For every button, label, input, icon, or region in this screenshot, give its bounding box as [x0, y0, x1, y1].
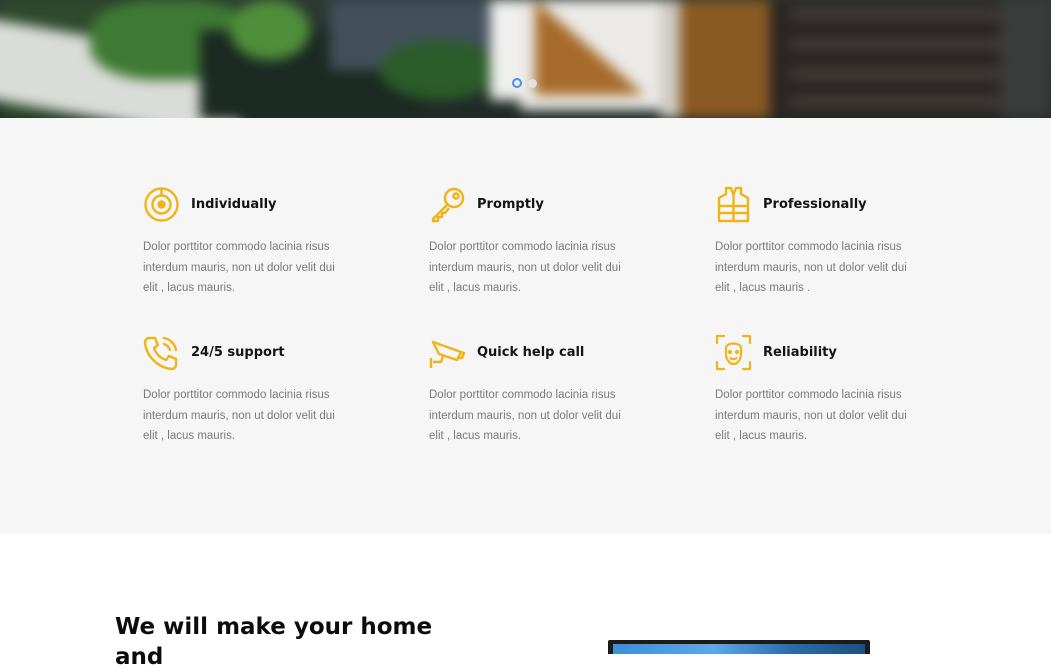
slider-dot-2[interactable] — [528, 78, 537, 88]
feature-description: Dolor porttitor commodo lacinia risus in… — [429, 241, 621, 294]
feature-description: Dolor porttitor commodo lacinia risus in… — [143, 389, 335, 442]
monitor-screen — [613, 644, 865, 654]
feature-title: Quick help call — [477, 345, 585, 360]
feature-title: Promptly — [477, 197, 544, 212]
vest-icon — [715, 186, 752, 223]
security-camera-icon — [429, 334, 466, 371]
feature-description: Dolor porttitor commodo lacinia risus in… — [143, 241, 335, 294]
feature-professionally: Professionally Dolor porttitor commodo l… — [715, 186, 925, 299]
feature-individually: Individually Dolor porttitor commodo lac… — [143, 186, 353, 299]
feature-support: 24/5 support Dolor porttitor commodo lac… — [143, 334, 353, 447]
features-section: Individually Dolor porttitor commodo lac… — [0, 118, 1051, 534]
about-section: We will make your home and — [0, 534, 1051, 670]
feature-title: Professionally — [763, 197, 867, 212]
slider-dot-1[interactable] — [512, 78, 522, 88]
feature-title: Individually — [191, 197, 277, 212]
monitor-image — [608, 640, 870, 654]
phone-icon — [143, 334, 180, 371]
feature-description: Dolor porttitor commodo lacinia risus in… — [715, 389, 907, 442]
feature-description: Dolor porttitor commodo lacinia risus in… — [429, 389, 621, 442]
feature-title: Reliability — [763, 345, 837, 360]
key-icon — [429, 186, 466, 223]
section-heading: We will make your home and — [115, 614, 433, 670]
feature-reliability: Reliability Dolor porttitor commodo laci… — [715, 334, 925, 447]
target-icon — [143, 186, 180, 223]
face-scan-icon — [715, 334, 752, 371]
hero-background-image — [0, 0, 1051, 118]
feature-title: 24/5 support — [191, 345, 285, 360]
slider-pagination — [512, 78, 537, 88]
feature-quick-help: Quick help call Dolor porttitor commodo … — [429, 334, 639, 447]
feature-description: Dolor porttitor commodo lacinia risus in… — [715, 241, 907, 294]
feature-promptly: Promptly Dolor porttitor commodo lacinia… — [429, 186, 639, 299]
hero-slider — [0, 0, 1051, 118]
